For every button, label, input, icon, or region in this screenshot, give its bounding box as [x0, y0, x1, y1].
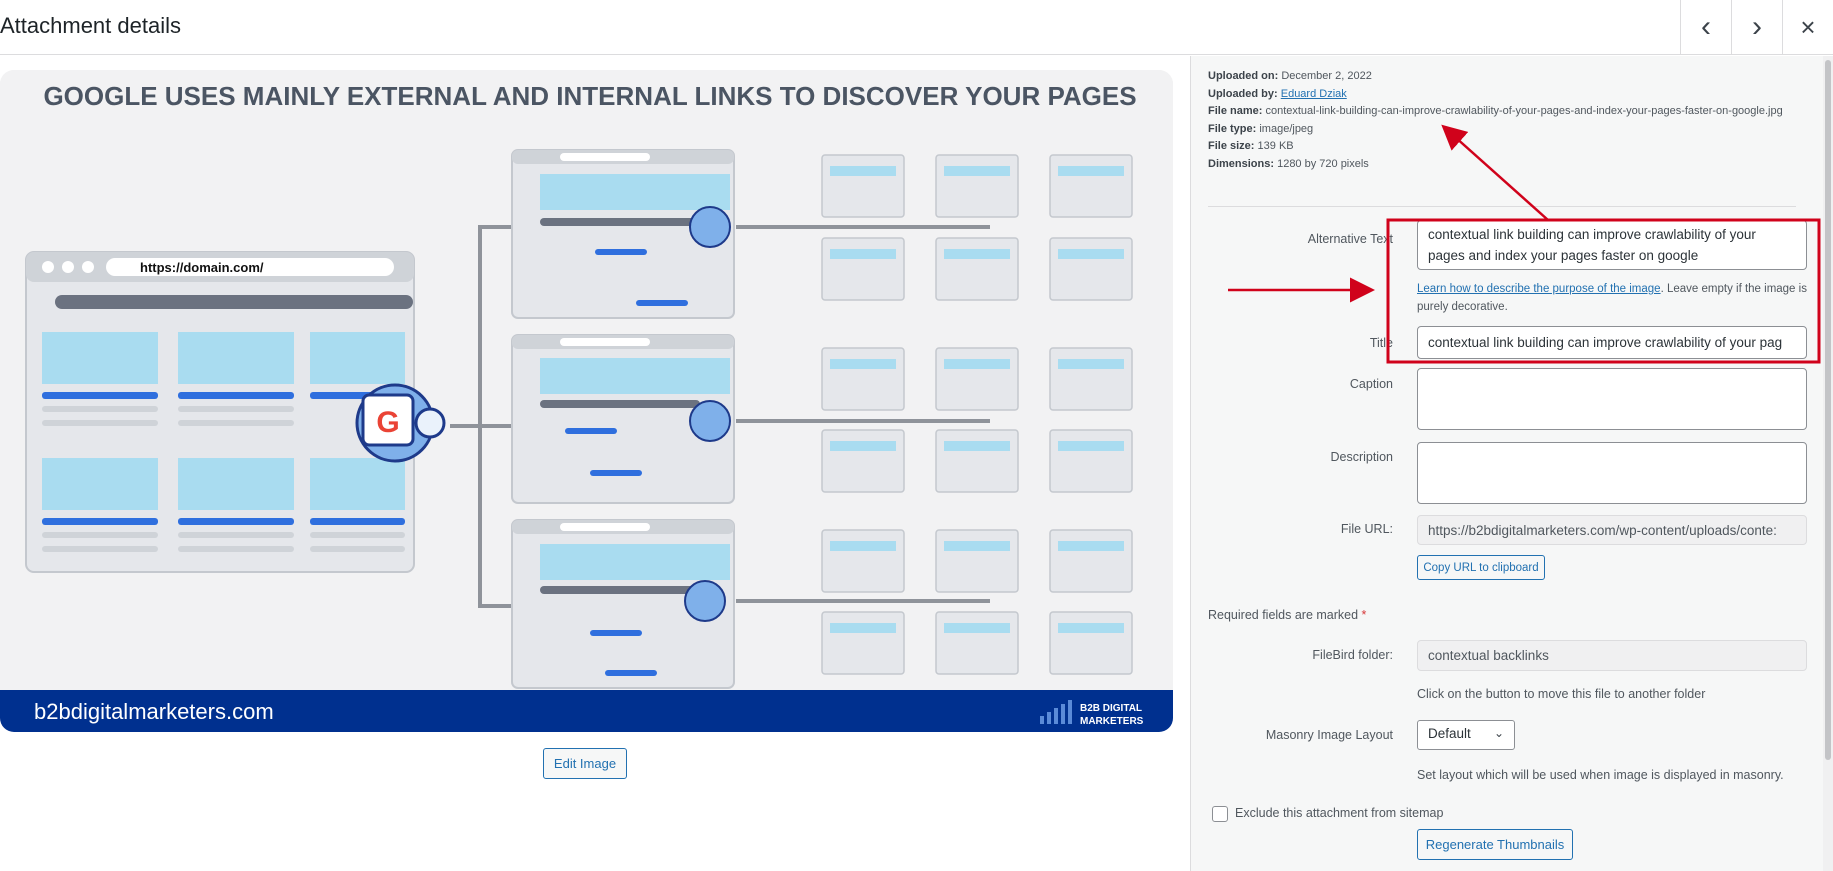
- arrow-to-file-name: [1441, 124, 1549, 221]
- highlight-box: [1386, 218, 1821, 364]
- annotation-overlay: [1228, 124, 1821, 364]
